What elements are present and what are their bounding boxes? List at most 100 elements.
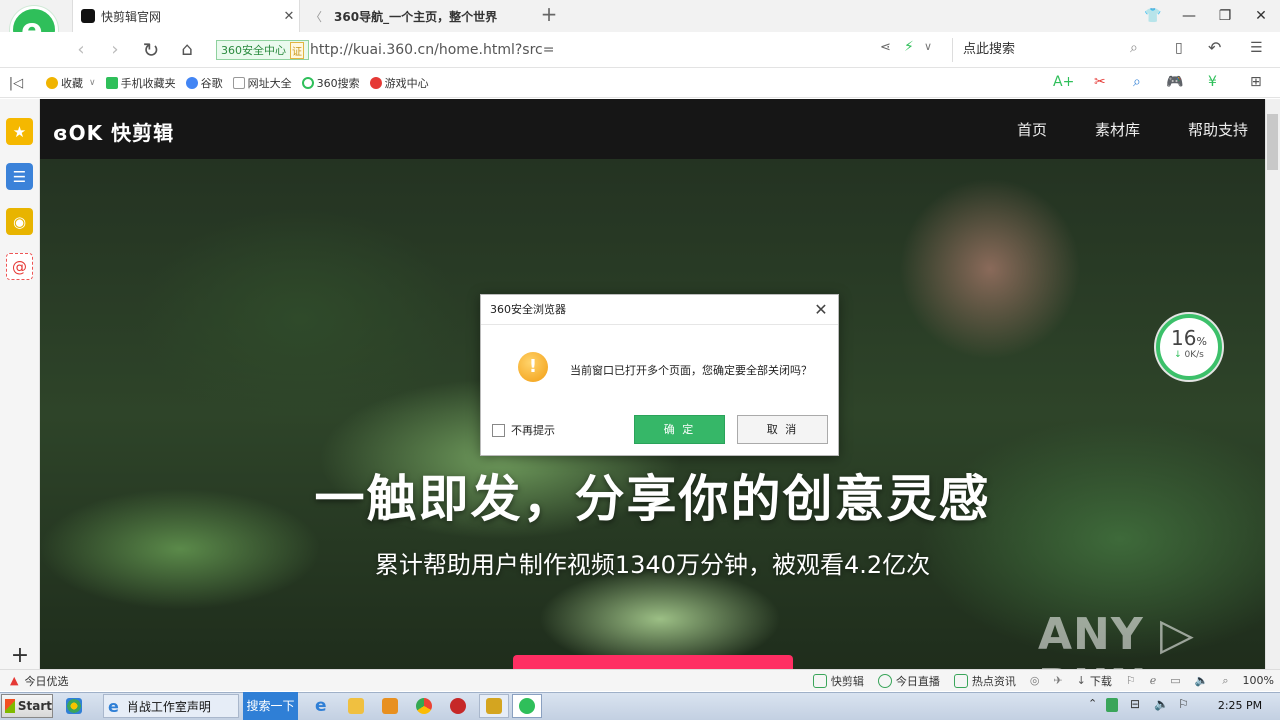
antivirus-icon bbox=[450, 698, 466, 714]
search-input[interactable]: 点此搜索 bbox=[952, 38, 1158, 62]
taskbar-ie[interactable]: e bbox=[315, 694, 327, 718]
gamepad-icon[interactable]: 🎮 bbox=[1166, 74, 1183, 90]
security-badge[interactable]: 360安全中心 证 bbox=[216, 40, 309, 60]
start-label: Start bbox=[17, 699, 52, 713]
tray-expand-icon[interactable]: ⌃ bbox=[1088, 697, 1097, 710]
tab-kuaijianji[interactable]: 快剪辑官网 ✕ bbox=[72, 0, 300, 32]
tray-network-icon[interactable]: ⊟ bbox=[1130, 697, 1140, 711]
new-tab-button[interactable]: + bbox=[538, 4, 560, 26]
email-icon[interactable]: @ bbox=[6, 253, 33, 280]
taskbar-window-ie[interactable]: e 肖战工作室声明 bbox=[103, 694, 239, 718]
anyrun-watermark: ANY ▷ RUN bbox=[1038, 609, 1195, 669]
nav-materials[interactable]: 素材库 bbox=[1095, 119, 1140, 140]
url-field[interactable]: http://kuai.360.cn/home.html?src= bbox=[310, 40, 554, 60]
taskbar-search-button[interactable]: 搜索一下 bbox=[243, 692, 298, 720]
minimize-button[interactable]: — bbox=[1174, 4, 1204, 28]
dialog-close-icon[interactable]: ✕ bbox=[810, 300, 832, 320]
undo-close-icon[interactable]: ↶ bbox=[1208, 38, 1221, 57]
ie-quicklaunch-icon: e bbox=[315, 696, 327, 716]
fire-icon: ▲ bbox=[10, 674, 19, 687]
bookmark-sites[interactable]: 网址大全 bbox=[232, 75, 292, 91]
taskbar-explorer[interactable] bbox=[348, 694, 364, 718]
nav-help[interactable]: 帮助支持 bbox=[1188, 119, 1248, 140]
archive-icon bbox=[486, 698, 502, 714]
speedup-icon[interactable]: ◎ bbox=[1030, 674, 1040, 687]
today-picks-link[interactable]: 今日优选 bbox=[24, 673, 68, 689]
volume-icon[interactable]: 🔈 bbox=[1195, 674, 1209, 687]
taskbar-archive[interactable] bbox=[479, 694, 509, 718]
tray-volume-icon[interactable]: 🔈 bbox=[1154, 697, 1169, 711]
star-icon bbox=[46, 77, 58, 89]
nav-home[interactable]: 首页 bbox=[1017, 119, 1047, 140]
taskbar-360-browser[interactable] bbox=[512, 694, 542, 718]
close-window-button[interactable]: ✕ bbox=[1246, 4, 1276, 28]
speed-mode-icon[interactable]: ⚡ bbox=[904, 39, 914, 55]
flag-icon[interactable]: ⚐ bbox=[1126, 674, 1136, 687]
restore-button[interactable]: ❐ bbox=[1210, 4, 1240, 28]
network-speed-widget[interactable]: 16% ↓ 0K/s bbox=[1156, 314, 1222, 380]
tray-shield-icon[interactable] bbox=[1106, 698, 1118, 712]
search-tool-icon[interactable]: ⌕ bbox=[1133, 74, 1141, 90]
status-item-label: 快剪辑 bbox=[830, 674, 864, 688]
taskbar-flower-app[interactable] bbox=[66, 694, 82, 718]
apps-grid-icon[interactable]: ⊞ bbox=[1250, 74, 1262, 90]
collapse-sidebar-icon[interactable]: |◁ bbox=[6, 76, 26, 91]
percent-value: 16 bbox=[1171, 326, 1197, 350]
bookmark-label: 网址大全 bbox=[247, 77, 292, 90]
pin-icon[interactable]: ✈ bbox=[1053, 674, 1062, 687]
warning-icon: ! bbox=[518, 352, 548, 382]
confirm-button[interactable]: 确 定 bbox=[634, 415, 725, 444]
window-icon[interactable]: ▭ bbox=[1170, 674, 1180, 687]
menu-icon[interactable]: ☰ bbox=[1250, 40, 1263, 56]
taskbar-chrome[interactable] bbox=[416, 694, 432, 718]
status-kuaijianji[interactable]: 快剪辑 bbox=[812, 673, 864, 689]
tab-loading-icon: 〈 bbox=[310, 9, 323, 24]
shield-icon[interactable]: ¥ bbox=[1208, 74, 1217, 90]
status-live[interactable]: 今日直播 bbox=[877, 673, 940, 689]
skin-icon[interactable]: 👕 bbox=[1138, 4, 1168, 28]
add-sidebar-button[interactable]: + bbox=[0, 642, 40, 669]
tab-close-icon[interactable]: ✕ bbox=[279, 9, 299, 24]
ie-mode-icon[interactable]: ℯ bbox=[1150, 674, 1157, 687]
taskbar-clock[interactable]: 2:25 PM bbox=[1200, 692, 1280, 720]
site-logo[interactable]: ɞOK 快剪辑 bbox=[53, 117, 174, 146]
page-icon bbox=[232, 77, 245, 89]
dont-show-again-checkbox[interactable]: 不再提示 bbox=[492, 422, 555, 438]
bookmark-games[interactable]: 游戏中心 bbox=[369, 75, 429, 91]
bookmark-label: 游戏中心 bbox=[384, 77, 429, 90]
zoom-level[interactable]: 100% bbox=[1243, 674, 1274, 687]
mobile-icon[interactable]: ▯ bbox=[1175, 40, 1183, 56]
bookmark-google[interactable]: 谷歌 bbox=[185, 75, 223, 91]
hero-cta-button[interactable] bbox=[513, 655, 793, 669]
vertical-scrollbar[interactable] bbox=[1265, 99, 1280, 669]
home-button[interactable]: ⌂ bbox=[174, 38, 200, 62]
tray-flag-icon[interactable]: ⚐ bbox=[1178, 697, 1189, 711]
taskbar-security[interactable] bbox=[450, 694, 466, 718]
zoom-icon[interactable]: ⌕ bbox=[1222, 674, 1228, 688]
google-icon bbox=[185, 77, 198, 89]
bookmark-favorites[interactable]: 收藏 ∨ bbox=[46, 75, 96, 91]
checkbox[interactable] bbox=[492, 423, 505, 437]
scissors-icon[interactable]: ✂ bbox=[1094, 74, 1106, 90]
search-icon[interactable]: ⌕ bbox=[1130, 40, 1138, 56]
bookmark-mobile[interactable]: 手机收藏夹 bbox=[105, 75, 176, 91]
refresh-button[interactable]: ↻ bbox=[138, 38, 164, 62]
status-news[interactable]: 热点资讯 bbox=[953, 673, 1016, 689]
share-icon[interactable]: ⋖ bbox=[880, 40, 891, 55]
taskbar-media[interactable] bbox=[382, 694, 398, 718]
speed-percent: 16% bbox=[1160, 326, 1218, 350]
forward-button[interactable]: › bbox=[102, 38, 128, 62]
weibo-icon[interactable]: ◉ bbox=[6, 208, 33, 235]
favorites-star-icon[interactable]: ★ bbox=[6, 118, 33, 145]
scrollbar-thumb[interactable] bbox=[1267, 114, 1278, 170]
mode-dropdown-icon[interactable]: ∨ bbox=[924, 40, 932, 53]
start-button[interactable]: Start bbox=[1, 694, 53, 718]
cancel-button[interactable]: 取 消 bbox=[737, 415, 828, 444]
status-download[interactable]: ↓ 下载 bbox=[1077, 673, 1112, 689]
back-button[interactable]: ‹ bbox=[68, 38, 94, 62]
translate-icon[interactable]: A+ bbox=[1053, 74, 1074, 90]
bookmark-360-search[interactable]: 360搜索 bbox=[301, 75, 360, 91]
tab-title: 360导航_一个主页，整个世界 bbox=[334, 9, 498, 24]
news-icon[interactable]: ☰ bbox=[6, 163, 33, 190]
tab-360-nav[interactable]: 〈 360导航_一个主页，整个世界 bbox=[300, 0, 530, 32]
